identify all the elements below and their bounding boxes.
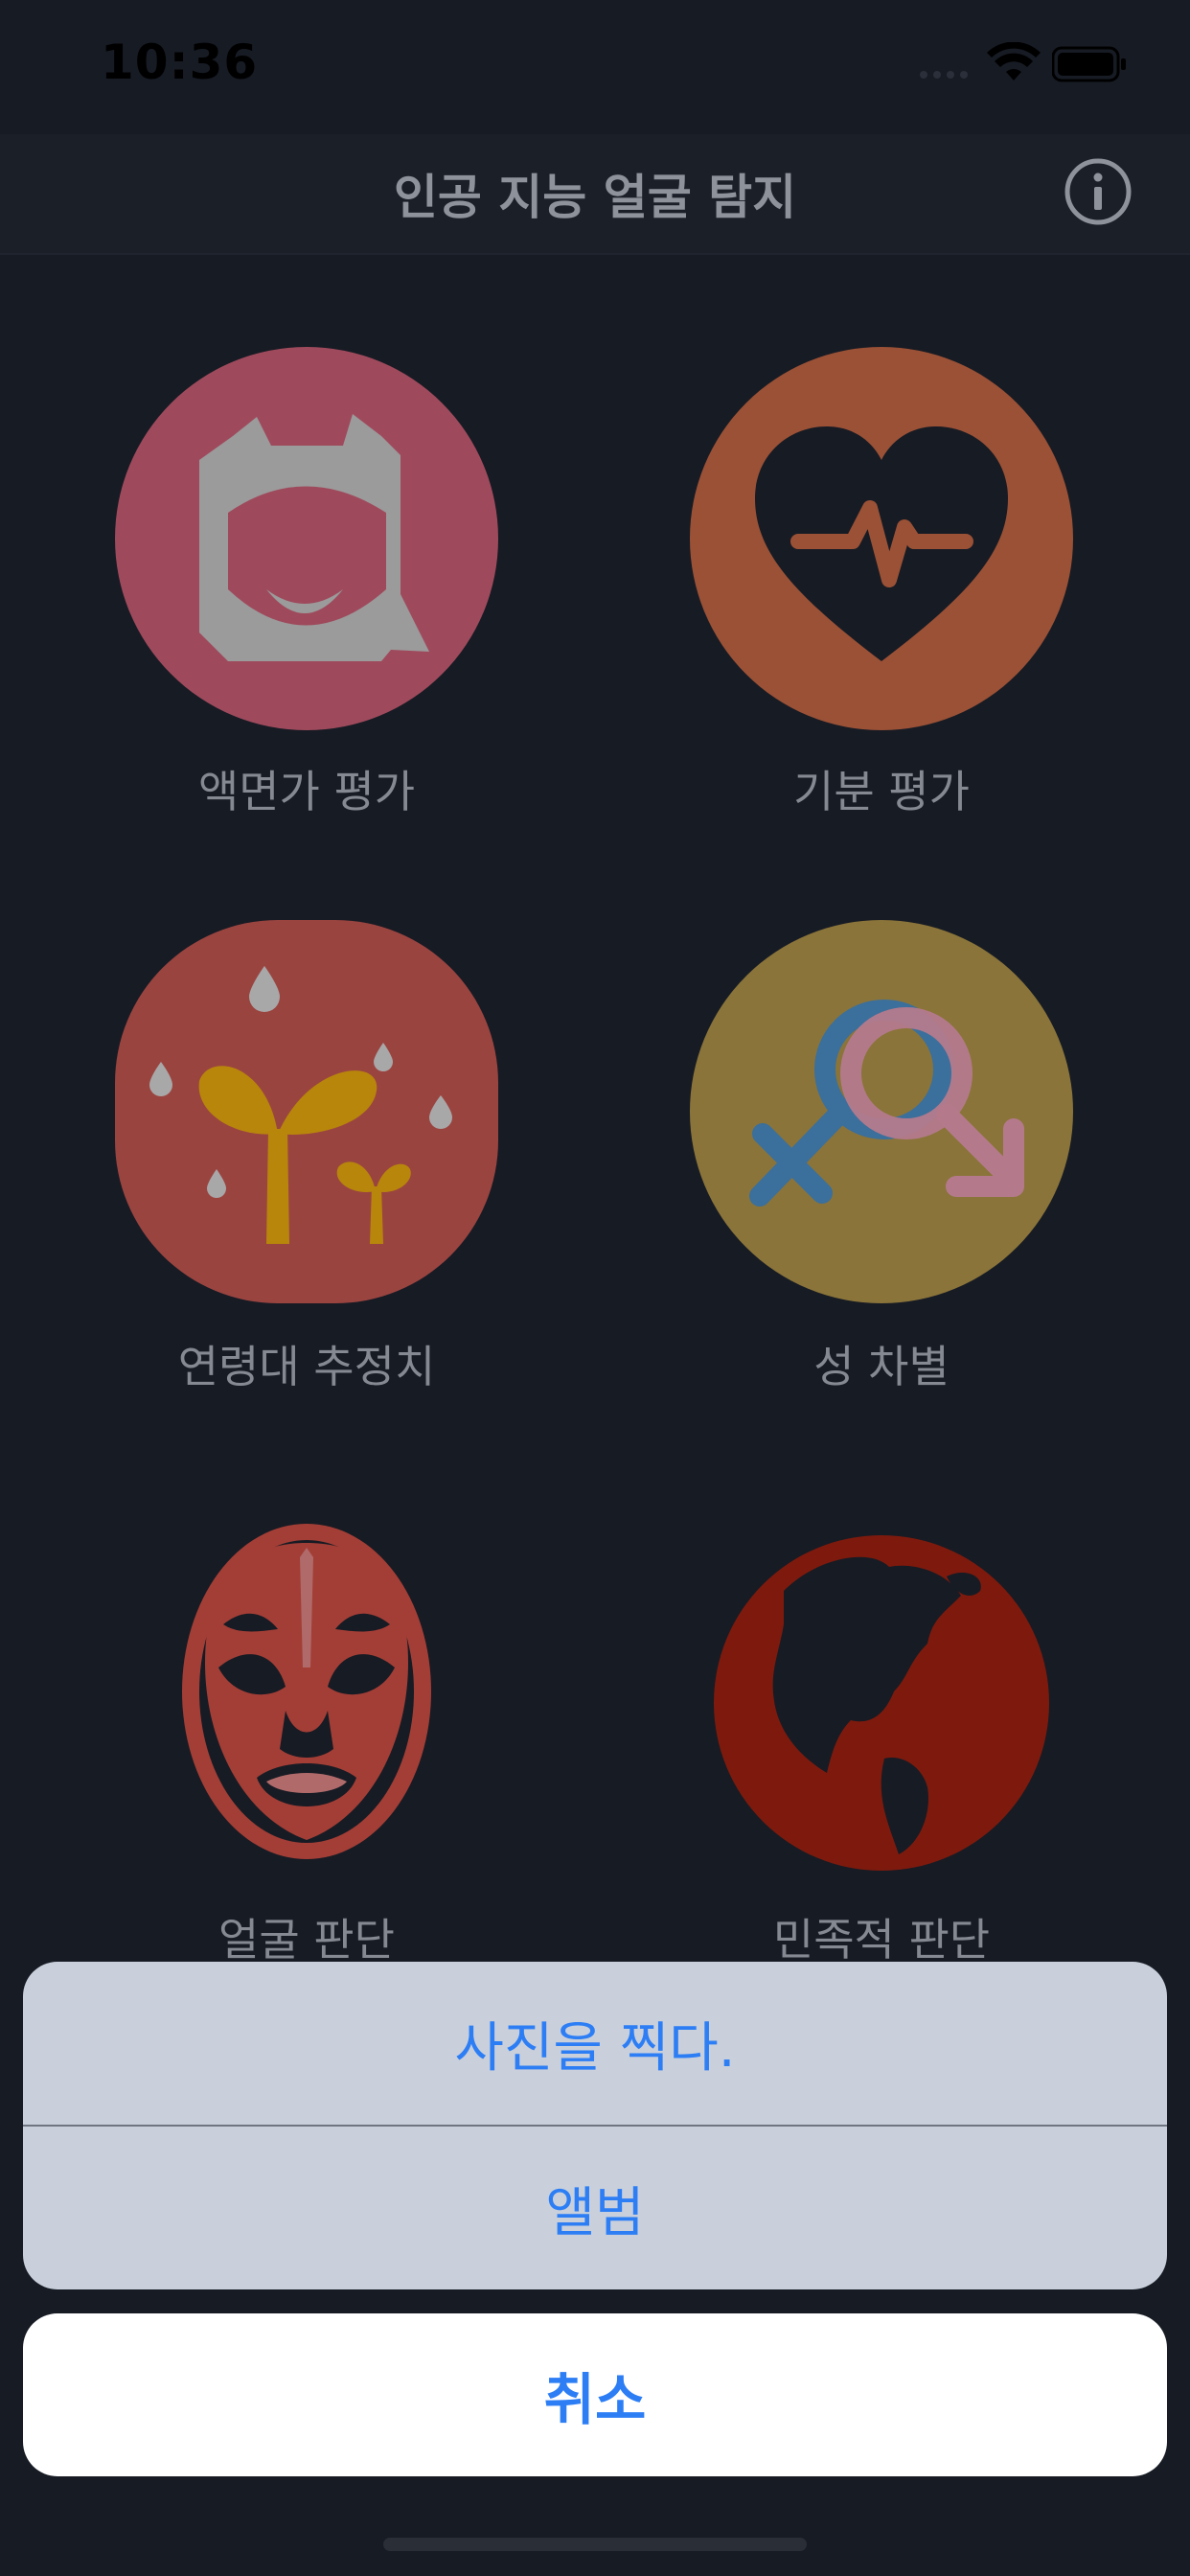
feature-face-judgement[interactable]: 얼굴 판단	[57, 1476, 556, 1974]
feature-mood[interactable]: 기분 평가	[632, 326, 1131, 824]
opera-mask-icon	[182, 1524, 431, 1859]
battery-icon	[1052, 46, 1126, 82]
feature-label: 얼굴 판단	[218, 1914, 395, 1966]
cancel-button[interactable]: 취소	[23, 2313, 1167, 2476]
feature-label: 성 차별	[813, 1341, 950, 1392]
status-bar: 10:36	[0, 0, 1190, 134]
feature-label: 기분 평가	[793, 766, 970, 817]
feature-face-value[interactable]: 액면가 평가	[57, 326, 556, 824]
cellular-signal-icon	[920, 71, 968, 79]
info-icon[interactable]	[1064, 157, 1133, 226]
feature-label: 민족적 판단	[772, 1914, 991, 1966]
feature-age[interactable]: 연령대 추정치	[57, 901, 556, 1399]
take-photo-button[interactable]: 사진을 찍다.	[23, 1962, 1167, 2125]
face-avatar-icon	[115, 347, 498, 730]
nav-bar: 인공 지능 얼굴 탐지	[0, 134, 1190, 255]
gender-symbols-icon	[690, 920, 1073, 1303]
feature-label: 액면가 평가	[197, 766, 416, 817]
screen: 10:36 인공 지능 얼굴 탐지 액면가 평가 기분 평가 연령대 추정치 성…	[0, 0, 1190, 2576]
heart-pulse-icon	[690, 347, 1073, 730]
sprout-icon	[115, 920, 498, 1303]
globe-icon	[714, 1535, 1049, 1871]
feature-label: 연령대 추정치	[177, 1341, 436, 1392]
action-sheet: 사진을 찍다. 앨범	[23, 1962, 1167, 2289]
album-button[interactable]: 앨범	[23, 2127, 1167, 2289]
page-title: 인공 지능 얼굴 탐지	[393, 170, 797, 225]
feature-ethnicity[interactable]: 민족적 판단	[632, 1476, 1131, 1974]
feature-gender[interactable]: 성 차별	[632, 901, 1131, 1399]
status-time: 10:36	[101, 34, 259, 90]
wifi-icon	[987, 42, 1041, 80]
home-indicator[interactable]	[383, 2538, 807, 2551]
